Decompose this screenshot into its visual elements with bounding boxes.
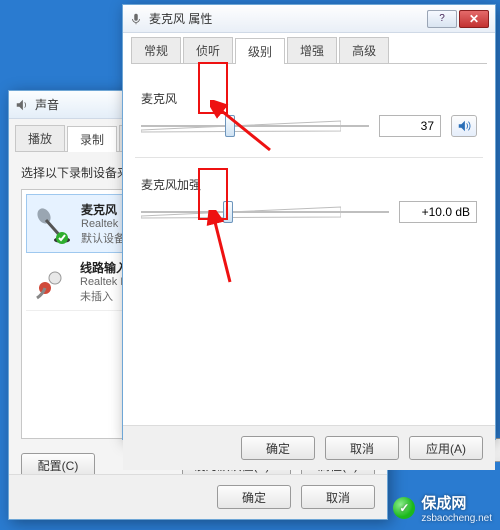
separator <box>135 157 483 158</box>
watermark-logo-icon: ✓ <box>393 497 415 519</box>
mic-boost-thumb[interactable] <box>223 201 233 223</box>
linein-icon <box>30 261 72 303</box>
slider-track <box>141 125 369 127</box>
slider-track <box>141 211 389 213</box>
mic-volume-value[interactable]: 37 <box>379 115 441 137</box>
sound-cancel-button[interactable]: 取消 <box>301 485 375 509</box>
help-button[interactable]: ? <box>427 10 457 28</box>
window-buttons: ? ✕ <box>427 10 489 28</box>
mic-volume-row: 37 <box>141 113 477 139</box>
mic-boost-label: 麦克风加强 <box>141 176 477 193</box>
watermark-brand: 保成网 <box>421 495 466 512</box>
mic-mute-button[interactable] <box>451 115 477 137</box>
mic-boost-row: +10.0 dB <box>141 199 477 225</box>
mic-ok-button[interactable]: 确定 <box>241 436 315 460</box>
mic-volume-slider[interactable] <box>141 113 369 139</box>
mic-volume-thumb[interactable] <box>225 115 235 137</box>
mic-footer: 确定 取消 应用(A) <box>123 425 495 470</box>
tab-listen[interactable]: 侦听 <box>183 37 233 63</box>
tab-enhance[interactable]: 增强 <box>287 37 337 63</box>
mic-icon <box>31 203 73 245</box>
mic-titlebar[interactable]: 麦克风 属性 ? ✕ <box>123 5 495 33</box>
mic-title: 麦克风 属性 <box>149 10 427 27</box>
tab-playback[interactable]: 播放 <box>15 125 65 151</box>
sound-footer: 确定 取消 <box>9 474 387 519</box>
tab-advanced[interactable]: 高级 <box>339 37 389 63</box>
watermark: ✓ 保成网 zsbaocheng.net <box>393 492 492 524</box>
mic-small-icon <box>129 12 143 26</box>
sound-icon <box>15 98 29 112</box>
mic-volume-label: 麦克风 <box>141 90 477 107</box>
speaker-icon <box>457 119 471 133</box>
close-icon: ✕ <box>469 12 479 26</box>
tab-general[interactable]: 常规 <box>131 37 181 63</box>
mic-boost-slider[interactable] <box>141 199 389 225</box>
sound-ok-button[interactable]: 确定 <box>217 485 291 509</box>
mic-levels-panel: 麦克风 37 麦克风加强 +10.0 dB 确定 取消 <box>123 64 495 470</box>
mic-boost-value[interactable]: +10.0 dB <box>399 201 477 223</box>
mic-tabs: 常规 侦听 级别 增强 高级 <box>131 37 487 64</box>
mic-apply-button[interactable]: 应用(A) <box>409 436 483 460</box>
watermark-url: zsbaocheng.net <box>421 513 492 524</box>
tab-levels[interactable]: 级别 <box>235 38 285 64</box>
mic-cancel-button[interactable]: 取消 <box>325 436 399 460</box>
close-button[interactable]: ✕ <box>459 10 489 28</box>
mic-properties-dialog: 麦克风 属性 ? ✕ 常规 侦听 级别 增强 高级 麦克风 37 麦克风加强 <box>122 4 496 440</box>
tab-recording[interactable]: 录制 <box>67 126 117 152</box>
